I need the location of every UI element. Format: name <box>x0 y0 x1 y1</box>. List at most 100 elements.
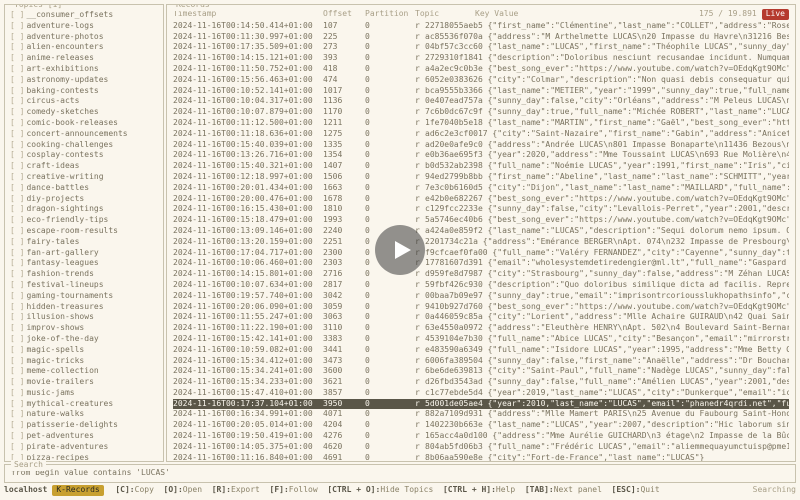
record-row[interactable]: 2024-11-16T00:15:34.233+01:0036210rd26fb… <box>173 377 789 388</box>
topic-item[interactable]: [ ]meme-collection <box>9 366 159 377</box>
record-row[interactable]: 2024-11-16T00:15:56.463+01:004740r6052e0… <box>173 75 789 86</box>
topics-list[interactable]: [ ]__consumer_offsets[ ]adventure-logs[ … <box>5 5 163 461</box>
topic-item[interactable]: [ ]magic-tricks <box>9 356 159 367</box>
record-row[interactable]: 2024-11-16T00:10:06.460+01:0023030r17781… <box>173 258 789 269</box>
topic-item[interactable]: [ ]escape-room-results <box>9 226 159 237</box>
record-row[interactable]: 2024-11-16T00:11:16.840+01:0046910r8b06a… <box>173 453 789 462</box>
record-row[interactable]: 2024-11-16T00:11:18.636+01:0012750rad6c2… <box>173 129 789 140</box>
topic-item[interactable]: [ ]craft-ideas <box>9 161 159 172</box>
topic-item[interactable]: [ ]circus-acts <box>9 96 159 107</box>
record-row[interactable]: 2024-11-16T00:10:07.634+01:0028170r59fbf… <box>173 280 789 291</box>
record-row[interactable]: 2024-11-16T00:11:55.247+01:0030630r0a446… <box>173 312 789 323</box>
record-row[interactable]: 2024-11-16T00:10:52.141+01:0010170rbca95… <box>173 86 789 97</box>
topic-item[interactable]: [ ]patisserie-delights <box>9 420 159 431</box>
record-row[interactable]: 2024-11-16T00:11:50.752+01:004180ra4a2ec… <box>173 64 789 75</box>
topic-item[interactable]: [ ]hidden-treasures <box>9 302 159 313</box>
play-overlay-button[interactable] <box>375 225 425 275</box>
topics-pane: Topics [1] [ ]__consumer_offsets[ ]adven… <box>4 4 164 462</box>
topic-item[interactable]: [ ]dance-battles <box>9 183 159 194</box>
footer-key[interactable]: [ESC]:Quit <box>602 485 660 494</box>
record-row[interactable]: 2024-11-16T00:14:15.801+01:0027160rd959f… <box>173 269 789 280</box>
topic-item[interactable]: [ ]baking-contests <box>9 86 159 97</box>
record-row[interactable]: 2024-11-16T00:19:57.740+01:0030420r00baa… <box>173 291 789 302</box>
record-row[interactable]: 2024-11-16T00:10:04.317+01:0011360r0e407… <box>173 96 789 107</box>
record-row[interactable]: 2024-11-16T00:20:06.090+01:0030590r9410b… <box>173 302 789 313</box>
topic-item[interactable]: [ ]eco-friendly-tips <box>9 215 159 226</box>
topic-item[interactable]: [ ]pet-adventures <box>9 431 159 442</box>
footer-key[interactable]: [F]:Follow <box>260 485 318 494</box>
record-row[interactable]: 2024-11-16T00:16:15.430+01:0018100rc129f… <box>173 204 789 215</box>
record-row[interactable]: 2024-11-16T00:19:50.419+01:0042760r165ac… <box>173 431 789 442</box>
topic-item[interactable]: [ ]joke-of-the-day <box>9 334 159 345</box>
topic-item[interactable]: [ ]cooking-challenges <box>9 140 159 151</box>
topic-item[interactable]: [ ]comedy-sketches <box>9 107 159 118</box>
topic-item[interactable]: [ ]adventure-photos <box>9 32 159 43</box>
record-row[interactable]: 2024-11-16T00:11:22.190+01:0031100r63e45… <box>173 323 789 334</box>
footer-bar: localhost K-Records [C]:Copy [O]:Open [R… <box>4 485 796 496</box>
topic-item[interactable]: [ ]__consumer_offsets <box>9 10 159 21</box>
footer-key[interactable]: [R]:Export <box>202 485 260 494</box>
topic-item[interactable]: [ ]dragon-sightings <box>9 204 159 215</box>
topic-item[interactable]: [ ]mythical-creatures <box>9 399 159 410</box>
topic-item[interactable]: [ ]movie-trailers <box>9 377 159 388</box>
record-row[interactable]: 2024-11-16T00:15:34.412+01:0034730r6006f… <box>173 356 789 367</box>
record-row[interactable]: 2024-11-16T00:11:12.500+01:0012110r1fe70… <box>173 118 789 129</box>
topic-item[interactable]: [ ]fantasy-leagues <box>9 258 159 269</box>
record-row[interactable]: 2024-11-16T00:15:18.479+01:0019930r5a574… <box>173 215 789 226</box>
topic-item[interactable]: [ ]anime-releases <box>9 53 159 64</box>
record-row[interactable]: 2024-11-16T00:15:40.039+01:0013350rad20e… <box>173 140 789 151</box>
record-row[interactable]: 2024-11-16T00:15:40.321+01:0014070rb0d53… <box>173 161 789 172</box>
record-row[interactable]: 2024-11-16T00:15:34.241+01:0036000r6be6d… <box>173 366 789 377</box>
col-partition: Partition <box>365 9 415 20</box>
record-row[interactable]: 2024-11-16T00:15:42.141+01:0033830r45391… <box>173 334 789 345</box>
topic-item[interactable]: [ ]music-jams <box>9 388 159 399</box>
record-row[interactable]: 2024-11-16T00:20:00.476+01:0016780re42b0… <box>173 194 789 205</box>
topic-item[interactable]: [ ]fairy-tales <box>9 237 159 248</box>
record-row[interactable]: 2024-11-16T00:13:26.716+01:0013540re0b36… <box>173 150 789 161</box>
record-row[interactable]: 2024-11-16T00:17:04.717+01:0023000rf9cfc… <box>173 248 789 259</box>
record-row[interactable]: 2024-11-16T00:10:07.879+01:0011700r7c6b0… <box>173 107 789 118</box>
record-row[interactable]: 2024-11-16T00:16:34.991+01:0040710r882a7… <box>173 409 789 420</box>
record-row[interactable]: 2024-11-16T00:14:15.121+01:003930r272931… <box>173 53 789 64</box>
topic-item[interactable]: [ ]creative-writing <box>9 172 159 183</box>
record-row[interactable]: 2024-11-16T00:13:20.159+01:0022510r22017… <box>173 237 789 248</box>
record-row[interactable]: 2024-11-16T00:12:18.997+01:0015060r94ed2… <box>173 172 789 183</box>
topic-item[interactable]: [ ]diy-projects <box>9 194 159 205</box>
topic-item[interactable]: [ ]alien-encounters <box>9 42 159 53</box>
record-row[interactable]: 2024-11-16T00:15:47.410+01:0038570rc1c77… <box>173 388 789 399</box>
topic-item[interactable]: [ ]fan-art-gallery <box>9 248 159 259</box>
record-row[interactable]: 2024-11-16T00:13:09.146+01:0022400ra424a… <box>173 226 789 237</box>
footer-key[interactable]: [C]:Copy <box>106 485 154 494</box>
record-row[interactable]: 2024-11-16T00:20:05.014+01:0042040r14022… <box>173 420 789 431</box>
col-keyvalue: Key Value <box>475 9 699 20</box>
topic-item[interactable]: [ ]magic-spells <box>9 345 159 356</box>
footer-key[interactable]: [CTRL + H]:Help <box>433 485 515 494</box>
records-body[interactable]: 2024-11-16T00:14:50.414+01:001070r227180… <box>167 21 795 462</box>
topic-item[interactable]: [ ]gaming-tournaments <box>9 291 159 302</box>
topic-item[interactable]: [ ]art-exhibitions <box>9 64 159 75</box>
topic-item[interactable]: [ ]astronomy-updates <box>9 75 159 86</box>
topic-item[interactable]: [ ]nature-walks <box>9 409 159 420</box>
footer-active-tab[interactable]: K-Records <box>52 485 103 496</box>
record-row[interactable]: 2024-11-16T00:17:35.509+01:002730r04bf57… <box>173 42 789 53</box>
record-row[interactable]: 2024-11-16T00:20:01.434+01:0016630r7e3c0… <box>173 183 789 194</box>
record-row[interactable]: 2024-11-16T00:14:05.375+01:0046200r804ab… <box>173 442 789 453</box>
record-row[interactable]: 2024-11-16T00:14:50.414+01:001070r227180… <box>173 21 789 32</box>
topic-item[interactable]: [ ]adventure-logs <box>9 21 159 32</box>
footer-key[interactable]: [O]:Open <box>154 485 202 494</box>
topic-item[interactable]: [ ]cosplay-contests <box>9 150 159 161</box>
record-row[interactable]: 2024-11-16T00:17:37.104+01:0039500r5d001… <box>173 399 789 410</box>
topic-item[interactable]: [ ]festival-lineups <box>9 280 159 291</box>
record-row[interactable]: 2024-11-16T00:10:59.082+01:0034410re4835… <box>173 345 789 356</box>
footer-key[interactable]: [TAB]:Next panel <box>515 485 602 494</box>
search-pane[interactable]: Search from begin value contains 'LUCAS' <box>4 464 796 483</box>
record-row[interactable]: 2024-11-16T00:11:30.997+01:002250rac8553… <box>173 32 789 43</box>
topic-item[interactable]: [ ]fashion-trends <box>9 269 159 280</box>
topic-item[interactable]: [ ]improv-shows <box>9 323 159 334</box>
topic-item[interactable]: [ ]pirate-adventures <box>9 442 159 453</box>
topic-item[interactable]: [ ]concert-announcements <box>9 129 159 140</box>
col-topic: Topic <box>415 9 475 20</box>
topic-item[interactable]: [ ]comic-book-releases <box>9 118 159 129</box>
topic-item[interactable]: [ ]illusion-shows <box>9 312 159 323</box>
footer-key[interactable]: [CTRL + O]:Hide Topics <box>318 485 434 494</box>
